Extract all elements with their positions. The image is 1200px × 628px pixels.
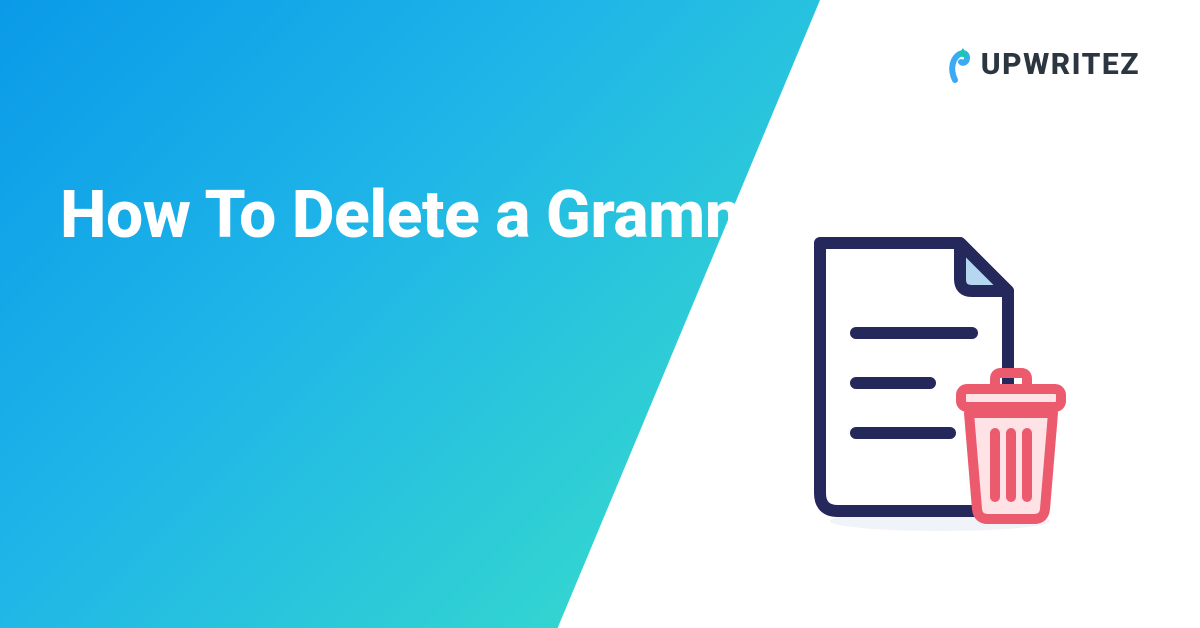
brand-logo: UPWRITEZ <box>943 44 1140 84</box>
document-trash-icon <box>790 223 1080 533</box>
brand-name: UPWRITEZ <box>981 47 1140 82</box>
upwritez-arrow-icon <box>943 44 975 84</box>
gradient-panel <box>0 0 820 628</box>
